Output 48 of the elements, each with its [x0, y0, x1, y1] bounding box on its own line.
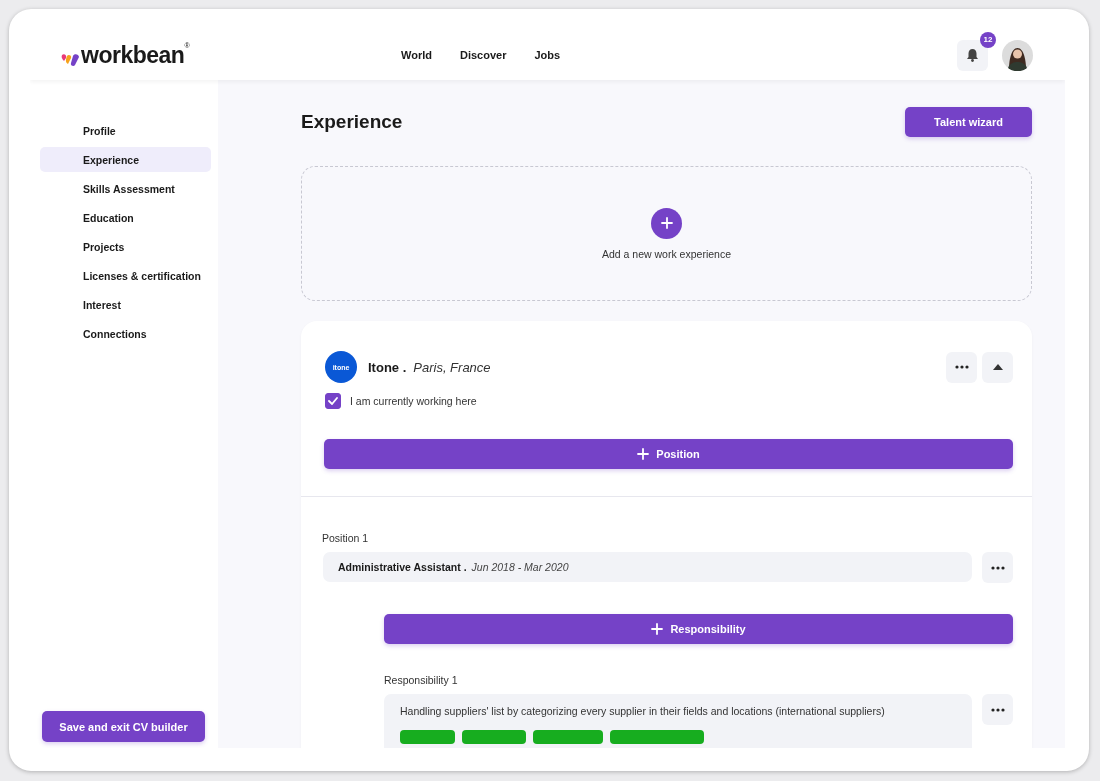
sidebar-item[interactable]: Education	[40, 205, 211, 230]
position-label: Position 1	[322, 532, 370, 544]
add-responsibility-button[interactable]: Responsibility	[384, 614, 1013, 644]
more-icon	[990, 707, 1005, 712]
sidebar-item[interactable]: Projects	[40, 234, 211, 259]
skill-tag	[462, 730, 526, 744]
nav-link[interactable]: Jobs	[534, 49, 561, 61]
more-icon	[954, 365, 969, 369]
position-field[interactable]: Administrative Assistant . Jun 2018 - Mar 2020	[323, 552, 972, 582]
company-location: Paris, France	[413, 359, 491, 375]
caret-up-icon	[992, 364, 1003, 370]
nav-link[interactable]: Discover	[459, 49, 507, 61]
save-exit-button[interactable]: Save and exit CV builder	[42, 711, 205, 742]
avatar-icon[interactable]	[1002, 39, 1033, 71]
sidebar-item[interactable]: Interest	[40, 292, 211, 317]
plus-icon	[660, 217, 673, 229]
logo-icon	[61, 52, 81, 67]
bell-icon	[966, 48, 979, 62]
add-button[interactable]	[651, 207, 682, 239]
check-icon	[328, 397, 338, 405]
skill-tag	[400, 730, 455, 744]
notification-badge: 12	[980, 31, 996, 48]
more-button[interactable]	[946, 351, 977, 383]
more-icon	[990, 565, 1005, 570]
talent-wizard-button[interactable]: Talent wizard	[905, 107, 1032, 137]
checkbox-label: I am currently working here	[350, 395, 477, 407]
add-position-button[interactable]: Position	[324, 439, 1013, 469]
sidebar-item[interactable]: Profile	[40, 118, 211, 143]
sidebar-item[interactable]: Connections	[40, 321, 211, 346]
more-button[interactable]	[982, 552, 1013, 583]
company-name: Itone .	[368, 359, 407, 375]
responsibility-label: Responsibility 1	[384, 674, 459, 686]
plus-icon	[637, 448, 650, 460]
add-experience-label: Add a new work experience	[602, 247, 731, 260]
checkbox[interactable]	[325, 393, 341, 409]
sidebar-item[interactable]: Experience	[40, 147, 211, 172]
more-button[interactable]	[982, 694, 1013, 725]
logo-text: workbean	[81, 43, 185, 67]
skill-tag	[533, 730, 603, 744]
position-dates: Jun 2018 - Mar 2020	[471, 561, 569, 573]
sidebar-item[interactable]: Licenses & certification	[40, 263, 211, 288]
nav-link[interactable]: World	[401, 49, 432, 61]
collapse-button[interactable]	[982, 351, 1013, 383]
plus-icon	[651, 623, 664, 635]
sidebar-item[interactable]: Skills Assessment	[40, 176, 211, 201]
position-title: Administrative Assistant .	[338, 561, 467, 573]
responsibility-text: Handling suppliers' list by categorizing every supplier in their fields and locations (international suppliers)	[400, 705, 885, 717]
page-title: Experience	[301, 111, 403, 133]
